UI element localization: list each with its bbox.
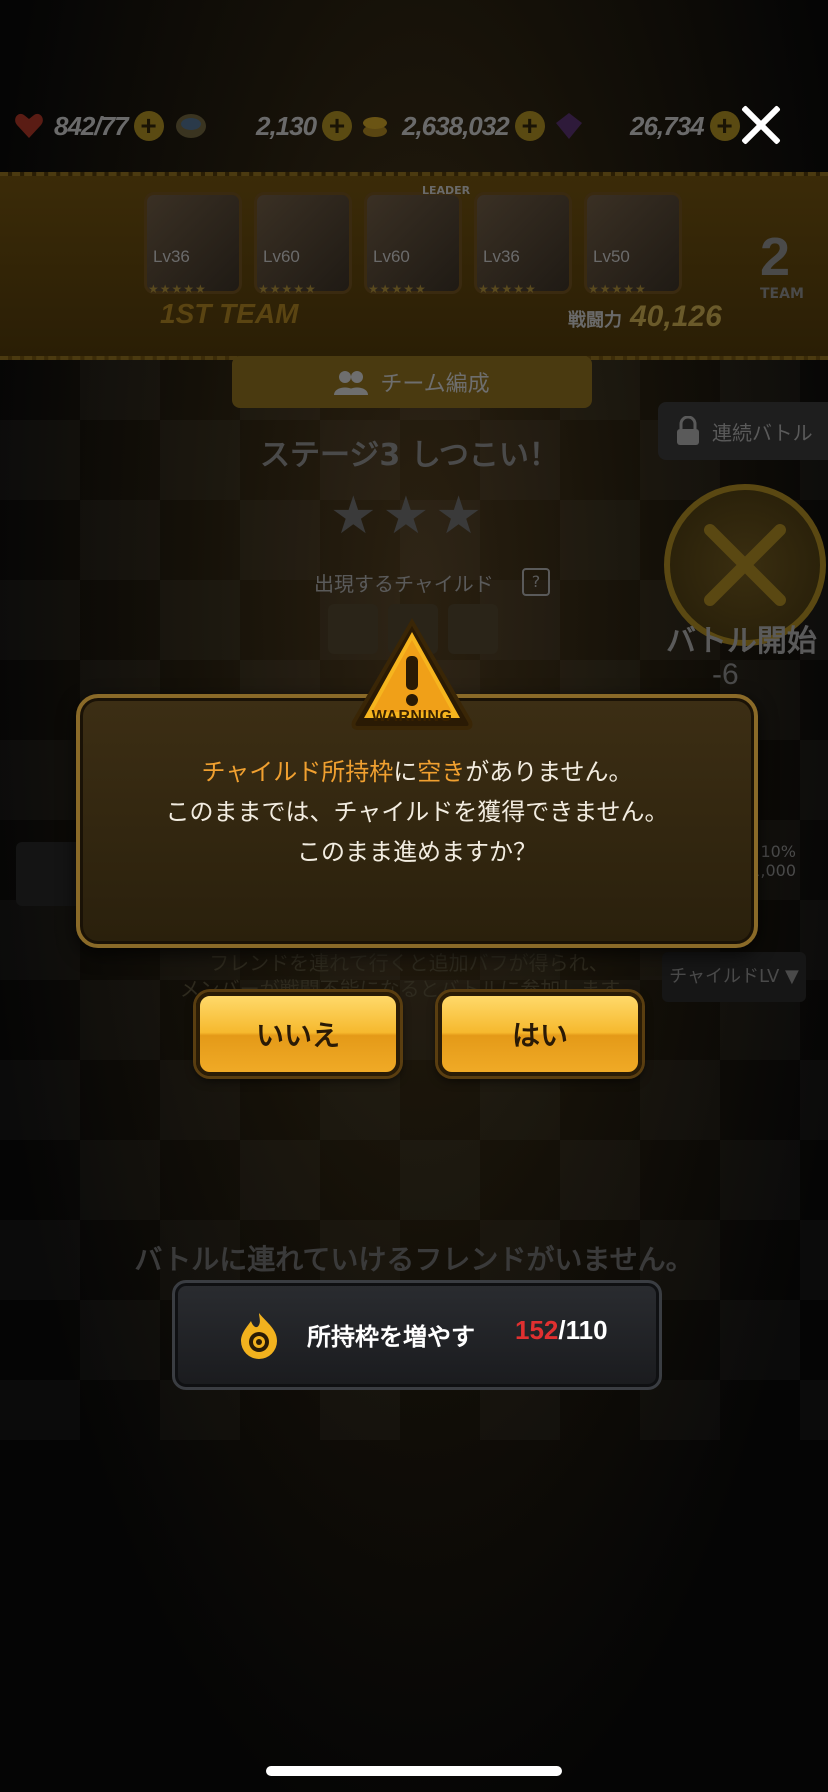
next-team-label: TEAM bbox=[760, 286, 804, 302]
dialog-message-line-3: このまま進めますか？ bbox=[297, 838, 537, 866]
friend-note-line: フレンドを連れて行くと追加バフが得られ、 bbox=[209, 951, 609, 975]
team-edit-label: チーム編成 bbox=[380, 372, 490, 397]
coin-value: 2,638,032 bbox=[402, 110, 510, 141]
gem-icon bbox=[556, 113, 582, 139]
home-indicator[interactable] bbox=[266, 1766, 562, 1776]
member-stars: ★★★★★ bbox=[258, 282, 317, 296]
slot-count: 152/110 bbox=[515, 1315, 608, 1346]
member-stars: ★★★★★ bbox=[368, 282, 427, 296]
item-resource: 2,130 + bbox=[174, 100, 353, 152]
member-level: Lv60 bbox=[263, 247, 300, 266]
gem-resource: 26,734 + bbox=[554, 100, 740, 152]
member-level: Lv60 bbox=[373, 247, 410, 266]
coin-icon bbox=[363, 117, 387, 137]
lock-icon bbox=[677, 416, 699, 445]
child-lv-sort-dropdown[interactable]: チャイルドLV ▼ bbox=[662, 952, 806, 1002]
dialog-message-line-2: このままでは、チャイルドを獲得できません。 bbox=[165, 798, 669, 826]
dialog-highlight: 空き bbox=[417, 758, 466, 786]
member-level: Lv36 bbox=[483, 247, 520, 266]
next-team-button[interactable]: 2 bbox=[760, 226, 790, 288]
team-icon bbox=[334, 371, 369, 395]
battle-start-label: バトル開始 bbox=[666, 624, 817, 659]
team-member-2[interactable]: Lv60 bbox=[254, 192, 352, 294]
continuous-battle-label: 連続バトル bbox=[712, 420, 813, 445]
add-coin-button[interactable]: + bbox=[514, 111, 545, 141]
dialog-message-line-1: チャイルド所持枠に空きがありません。 bbox=[80, 752, 754, 787]
team-member-1[interactable]: Lv36 bbox=[144, 192, 242, 294]
dialog-text: に bbox=[393, 758, 418, 786]
member-level: Lv50 bbox=[593, 247, 630, 266]
appear-label: 出現するチャイルド bbox=[314, 572, 494, 596]
add-stamina-button[interactable]: + bbox=[133, 111, 164, 141]
team-power: 戦闘力 40,126 bbox=[568, 300, 722, 334]
member-level: Lv36 bbox=[153, 247, 190, 266]
flame-icon bbox=[241, 1313, 277, 1359]
stamina-value: 842/77 bbox=[54, 110, 129, 141]
power-label: 戦闘力 bbox=[568, 310, 622, 331]
help-icon[interactable]: ? bbox=[522, 568, 550, 596]
heart-icon bbox=[15, 113, 43, 138]
close-icon[interactable] bbox=[738, 102, 784, 148]
gem-value: 26,734 bbox=[630, 110, 705, 141]
no-button[interactable]: いいえ bbox=[196, 992, 400, 1076]
slot-separator: / bbox=[558, 1315, 566, 1345]
team-label: 1ST TEAM bbox=[160, 298, 299, 329]
slot-max: 110 bbox=[565, 1315, 608, 1345]
battle-cost: -6 bbox=[712, 658, 739, 691]
yes-button[interactable]: はい bbox=[438, 992, 642, 1076]
item-value: 2,130 bbox=[256, 110, 317, 141]
member-stars: ★★★★★ bbox=[148, 282, 207, 296]
team-member-leader[interactable]: Lv60 bbox=[364, 192, 462, 294]
team-member-5[interactable]: Lv50 bbox=[584, 192, 682, 294]
team-member-4[interactable]: Lv36 bbox=[474, 192, 572, 294]
dialog-text: がありません。 bbox=[465, 758, 633, 786]
team-edit-button[interactable]: チーム編成 bbox=[232, 356, 592, 408]
leader-tag: LEADER bbox=[422, 184, 471, 197]
slot-current: 152 bbox=[515, 1315, 559, 1345]
resource-bar: 842/77 + 2,130 + 2,638,032 + 26,734 + bbox=[0, 100, 740, 152]
member-stars: ★★★★★ bbox=[478, 282, 537, 296]
warning-label: WARNING bbox=[371, 708, 453, 725]
member-stars: ★★★★★ bbox=[588, 282, 647, 296]
stamina-resource: 842/77 + bbox=[14, 100, 164, 152]
power-value: 40,126 bbox=[630, 300, 722, 333]
stage-title: ステージ3 しつこい！ bbox=[260, 438, 559, 473]
continuous-battle-button[interactable]: 連続バトル bbox=[658, 402, 828, 460]
item-icon bbox=[176, 114, 206, 138]
add-item-button[interactable]: + bbox=[322, 111, 353, 141]
dialog-highlight: チャイルド所持枠 bbox=[201, 758, 394, 786]
no-friends-message: バトルに連れていけるフレンドがいません。 bbox=[134, 1243, 694, 1276]
stage-stars: ★★★ bbox=[330, 486, 488, 546]
increase-slots-label: 所持枠を増やす bbox=[307, 1323, 475, 1351]
increase-slots-button[interactable]: 所持枠を増やす 152/110 bbox=[172, 1280, 662, 1390]
add-gem-button[interactable]: + bbox=[709, 111, 740, 141]
coin-resource: 2,638,032 + bbox=[360, 100, 545, 152]
